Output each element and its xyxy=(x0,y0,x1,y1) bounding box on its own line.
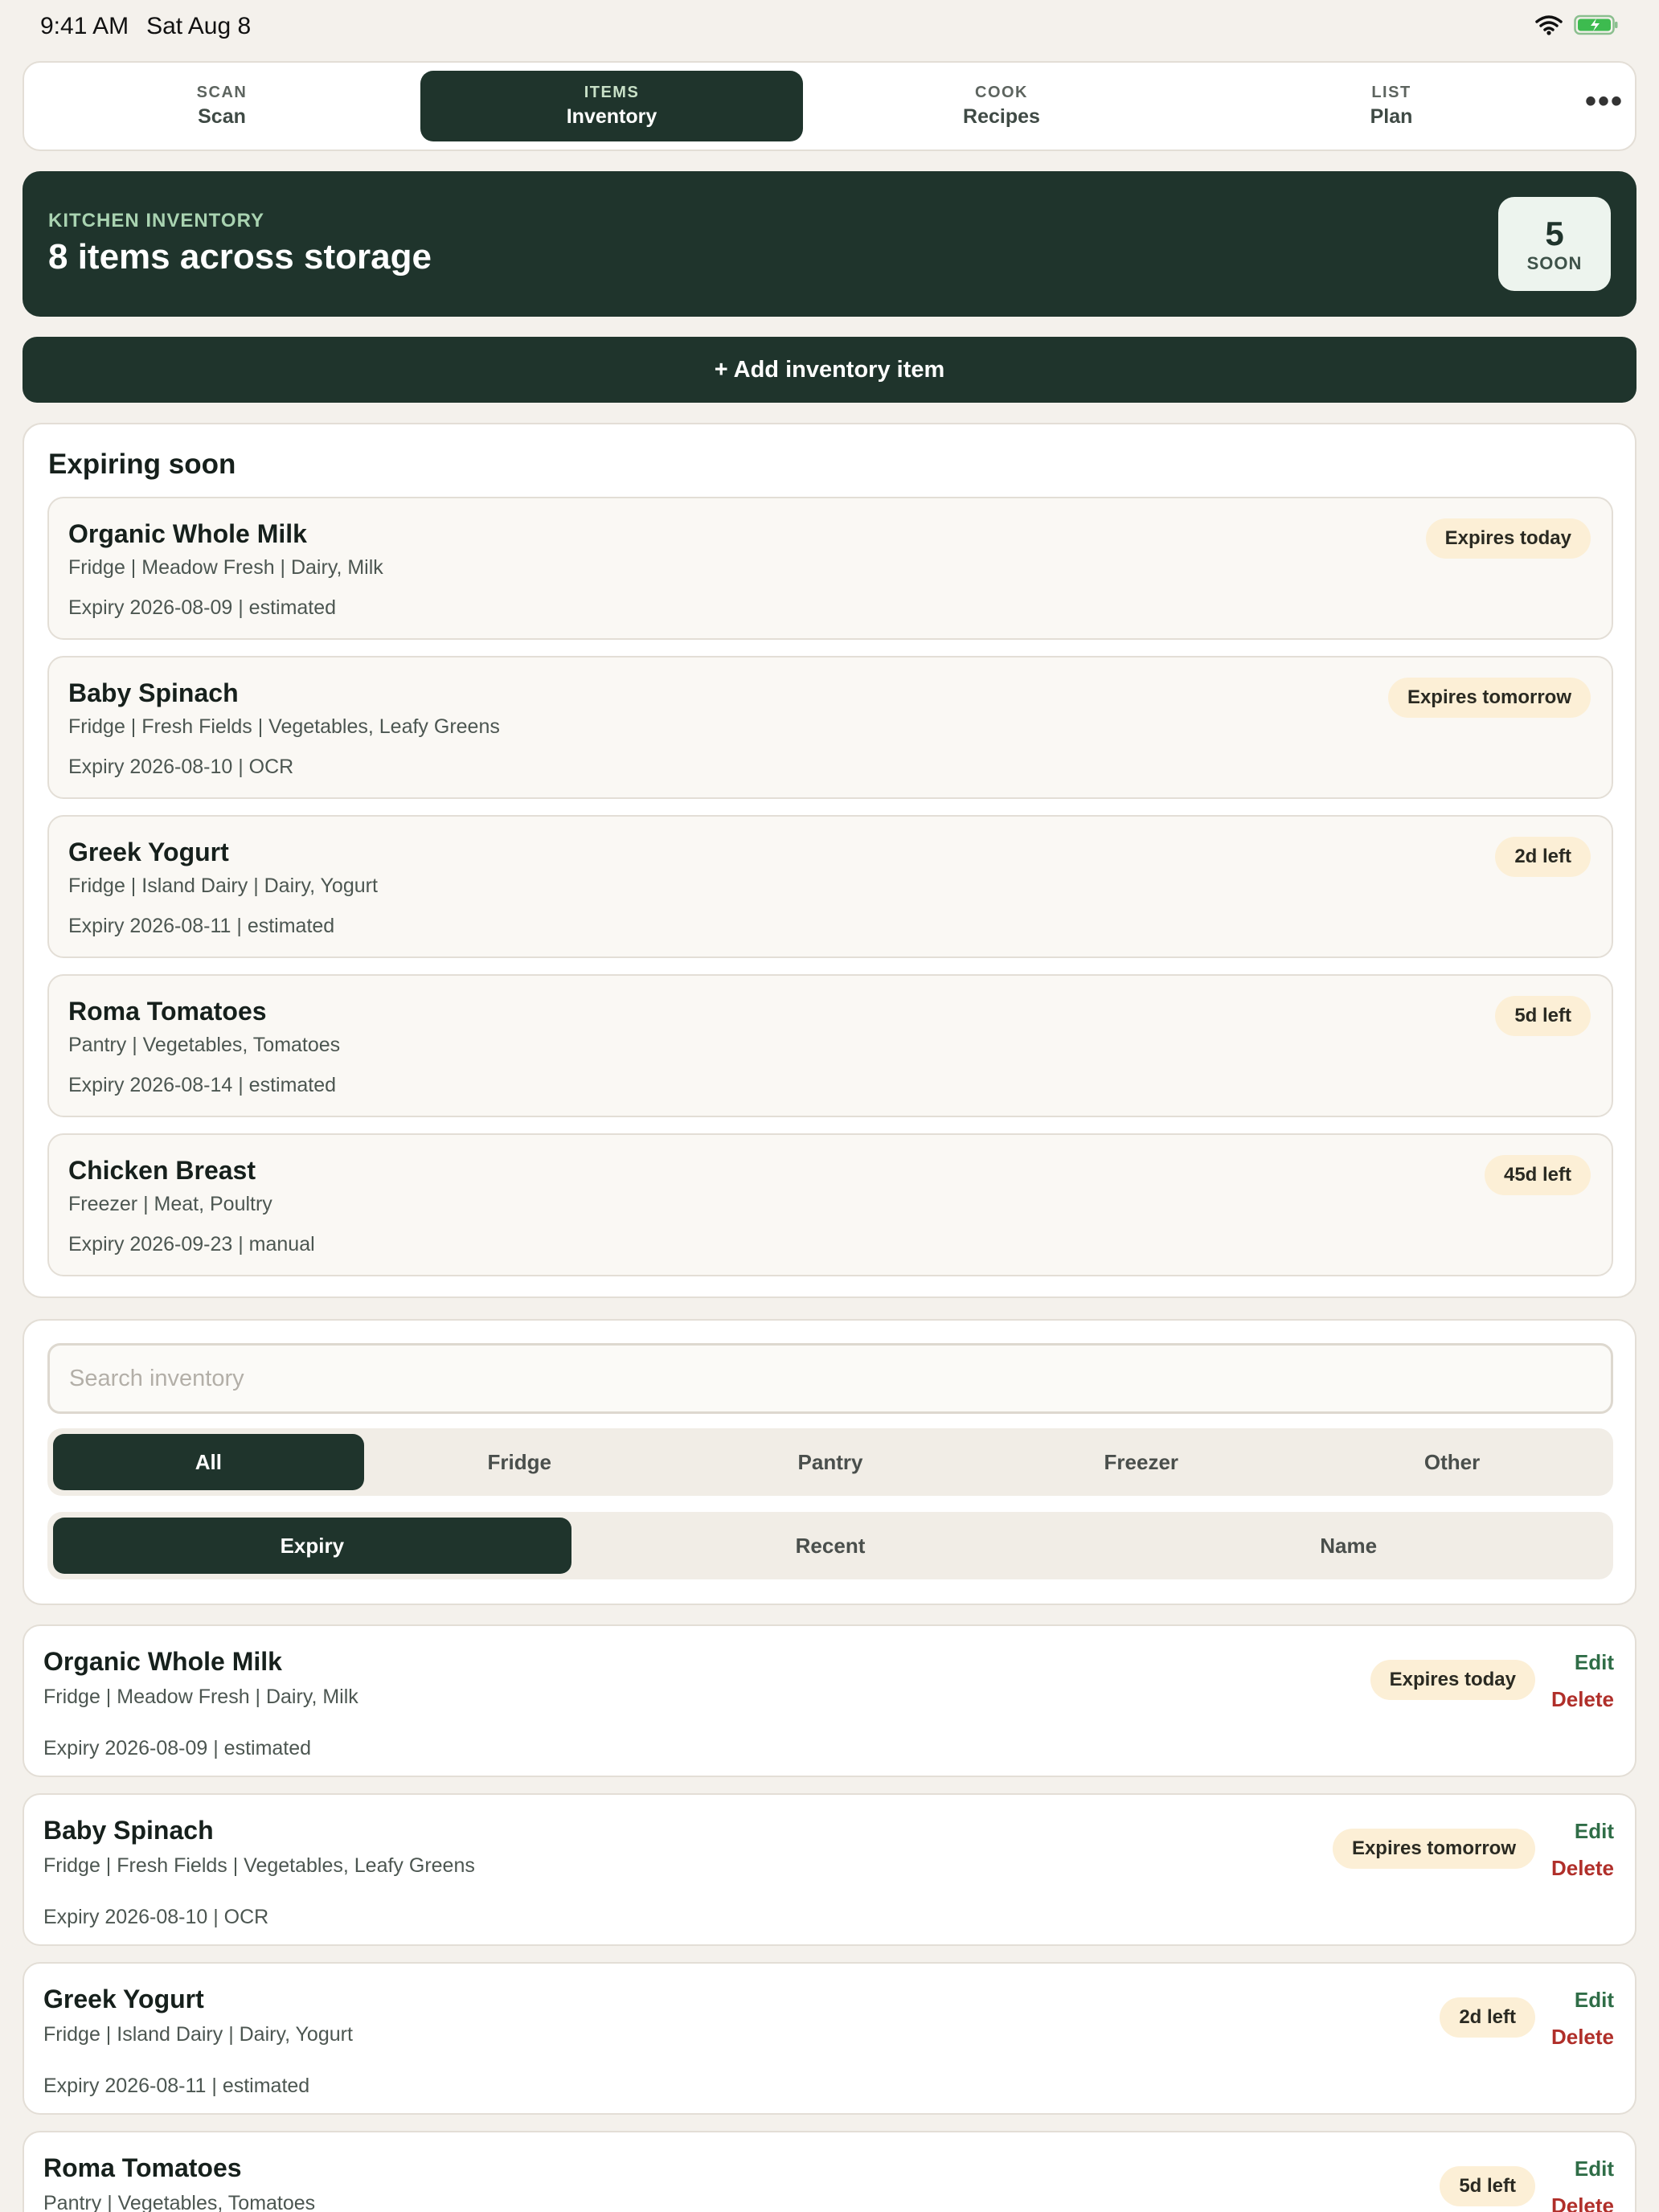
item-meta: Fridge | Island Dairy | Dairy, Yogurt xyxy=(43,2023,353,2046)
inventory-item-card: Organic Whole Milk Fridge | Meadow Fresh… xyxy=(23,1624,1636,1777)
soon-count: 5 xyxy=(1545,214,1564,252)
search-filter-panel: All Fridge Pantry Freezer Other Expiry R… xyxy=(23,1319,1636,1605)
item-expiry: Expiry 2026-08-09 | estimated xyxy=(68,596,337,619)
tab-scan-label: Scan xyxy=(198,105,246,128)
search-input[interactable] xyxy=(47,1343,1613,1414)
expiring-soon-title: Expiring soon xyxy=(48,449,236,480)
expiring-soon-panel: Expiring soon Organic Whole Milk Fridge … xyxy=(23,423,1636,1298)
expiry-badge: Expires today xyxy=(1370,1660,1535,1700)
edit-button[interactable]: Edit xyxy=(1575,1988,1614,2013)
expiry-badge: Expires tomorrow xyxy=(1387,678,1591,718)
top-tab-bar: SCAN Scan ITEMS Inventory COOK Recipes L… xyxy=(23,61,1636,151)
expiring-item-card[interactable]: Chicken Breast Freezer | Meat, Poultry E… xyxy=(47,1133,1613,1276)
tab-recipes-label: Recipes xyxy=(963,105,1040,128)
sort-name[interactable]: Name xyxy=(1089,1518,1608,1574)
item-meta: Pantry | Vegetables, Tomatoes xyxy=(68,1034,341,1056)
edit-button[interactable]: Edit xyxy=(1575,1650,1614,1675)
delete-button[interactable]: Delete xyxy=(1551,1856,1614,1881)
item-expiry: Expiry 2026-08-10 | OCR xyxy=(68,756,294,778)
expiring-soon-counter: 5 SOON xyxy=(1498,197,1611,291)
summary-title: 8 items across storage xyxy=(48,237,432,276)
sort-recent[interactable]: Recent xyxy=(571,1518,1090,1574)
item-meta: Fridge | Fresh Fields | Vegetables, Leaf… xyxy=(43,1854,475,1877)
expiring-item-card[interactable]: Organic Whole Milk Fridge | Meadow Fresh… xyxy=(47,497,1613,640)
delete-button[interactable]: Delete xyxy=(1551,1687,1614,1712)
tab-plan-kicker: LIST xyxy=(1371,84,1411,101)
tab-scan[interactable]: SCAN Scan xyxy=(31,71,413,141)
expiring-item-card[interactable]: Greek Yogurt Fridge | Island Dairy | Dai… xyxy=(47,815,1613,958)
status-date: Sat Aug 8 xyxy=(146,13,252,39)
item-expiry: Expiry 2026-09-23 | manual xyxy=(68,1233,315,1256)
item-name: Baby Spinach xyxy=(43,1816,214,1845)
tab-plan[interactable]: LIST Plan xyxy=(1200,71,1583,141)
item-name: Greek Yogurt xyxy=(68,838,229,866)
storage-filter-all[interactable]: All xyxy=(53,1434,364,1490)
expiry-badge: 45d left xyxy=(1484,1155,1591,1195)
item-expiry: Expiry 2026-08-14 | estimated xyxy=(68,1074,337,1096)
status-bar: 9:41 AM Sat Aug 8 xyxy=(0,0,1659,53)
expiring-item-card[interactable]: Baby Spinach Fridge | Fresh Fields | Veg… xyxy=(47,656,1613,799)
soon-label: SOON xyxy=(1526,252,1583,273)
expiring-item-card[interactable]: Roma Tomatoes Pantry | Vegetables, Tomat… xyxy=(47,974,1613,1117)
item-expiry: Expiry 2026-08-11 | estimated xyxy=(43,2075,310,2097)
inventory-item-card: Baby Spinach Fridge | Fresh Fields | Veg… xyxy=(23,1793,1636,1946)
inventory-summary-header: KITCHEN INVENTORY 8 items across storage… xyxy=(23,171,1636,317)
tab-recipes[interactable]: COOK Recipes xyxy=(810,71,1193,141)
item-name: Chicken Breast xyxy=(68,1156,256,1185)
tab-inventory-label: Inventory xyxy=(566,105,657,128)
storage-filter-freezer[interactable]: Freezer xyxy=(985,1434,1296,1490)
edit-button[interactable]: Edit xyxy=(1575,2157,1614,2181)
tab-recipes-kicker: COOK xyxy=(975,84,1028,101)
summary-kicker: KITCHEN INVENTORY xyxy=(48,210,265,231)
storage-filter-other[interactable]: Other xyxy=(1296,1434,1608,1490)
battery-icon xyxy=(1574,14,1619,39)
tab-inventory-kicker: ITEMS xyxy=(584,84,640,101)
item-name: Baby Spinach xyxy=(68,678,239,707)
item-expiry: Expiry 2026-08-11 | estimated xyxy=(68,915,335,937)
item-meta: Fridge | Meadow Fresh | Dairy, Milk xyxy=(68,556,383,579)
expiry-badge: 2d left xyxy=(1495,837,1591,877)
item-meta: Fridge | Fresh Fields | Vegetables, Leaf… xyxy=(68,715,500,738)
item-meta: Pantry | Vegetables, Tomatoes xyxy=(43,2192,316,2212)
expiry-badge: 5d left xyxy=(1495,996,1591,1036)
item-expiry: Expiry 2026-08-10 | OCR xyxy=(43,1906,269,1928)
add-inventory-item-button[interactable]: + Add inventory item xyxy=(23,337,1636,403)
item-meta: Fridge | Island Dairy | Dairy, Yogurt xyxy=(68,875,378,897)
item-expiry: Expiry 2026-08-09 | estimated xyxy=(43,1737,312,1759)
item-meta: Fridge | Meadow Fresh | Dairy, Milk xyxy=(43,1686,358,1708)
more-options-icon[interactable]: ••• xyxy=(1585,85,1624,117)
tab-inventory[interactable]: ITEMS Inventory xyxy=(420,71,803,141)
delete-button[interactable]: Delete xyxy=(1551,2025,1614,2050)
storage-filter: All Fridge Pantry Freezer Other xyxy=(47,1428,1613,1496)
inventory-item-card: Greek Yogurt Fridge | Island Dairy | Dai… xyxy=(23,1962,1636,2115)
status-time: 9:41 AM xyxy=(40,13,129,39)
storage-filter-pantry[interactable]: Pantry xyxy=(675,1434,986,1490)
tab-plan-label: Plan xyxy=(1370,105,1413,128)
item-name: Greek Yogurt xyxy=(43,1985,204,2013)
edit-button[interactable]: Edit xyxy=(1575,1819,1614,1844)
expiry-badge: Expires today xyxy=(1425,518,1591,559)
wifi-icon xyxy=(1535,14,1563,39)
item-meta: Freezer | Meat, Poultry xyxy=(68,1193,272,1215)
item-name: Roma Tomatoes xyxy=(43,2153,242,2182)
delete-button[interactable]: Delete xyxy=(1551,2194,1614,2212)
expiry-badge: 2d left xyxy=(1440,1997,1535,2038)
item-name: Roma Tomatoes xyxy=(68,997,267,1026)
expiry-badge: Expires tomorrow xyxy=(1332,1829,1535,1869)
expiry-badge: 5d left xyxy=(1440,2166,1535,2206)
storage-filter-fridge[interactable]: Fridge xyxy=(364,1434,675,1490)
tab-scan-kicker: SCAN xyxy=(196,84,248,101)
sort-expiry[interactable]: Expiry xyxy=(53,1518,571,1574)
item-name: Organic Whole Milk xyxy=(68,519,307,548)
inventory-item-card: Roma Tomatoes Pantry | Vegetables, Tomat… xyxy=(23,2131,1636,2212)
sort-filter: Expiry Recent Name xyxy=(47,1512,1613,1579)
item-name: Organic Whole Milk xyxy=(43,1647,282,1676)
